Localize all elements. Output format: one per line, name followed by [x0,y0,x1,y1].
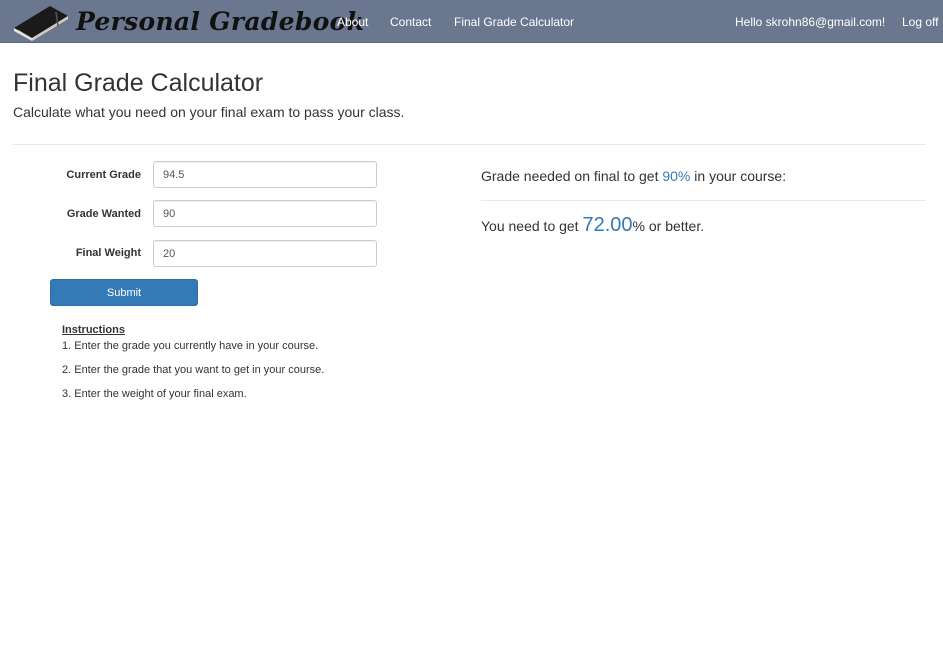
result-line-prefix: You need to get [481,218,583,234]
target-percent: 90% [662,168,691,184]
result-heading: Grade needed on final to get 90% in your… [481,168,786,184]
current-grade-input[interactable] [153,161,377,188]
result-divider [481,200,926,201]
needed-grade-value: 72.00 [582,214,633,236]
nav-about-link[interactable]: About [337,15,368,29]
submit-button[interactable]: Submit [50,279,198,306]
result-line-suffix: % or better. [632,218,705,234]
brand-title: Personal Gradebook [76,7,365,36]
result-heading-prefix: Grade needed on final to get [481,168,663,184]
page-title: Final Grade Calculator [13,69,264,97]
brand-link[interactable]: Personal Gradebook [10,0,364,43]
instructions-title: Instructions [62,324,125,336]
book-icon [14,5,68,41]
log-off-link[interactable]: Log off [902,15,938,29]
grade-wanted-input[interactable] [153,200,377,227]
instruction-item: 2. Enter the grade that you want to get … [62,364,325,376]
result-line: You need to get 72.00% or better. [481,214,704,237]
page-subtitle: Calculate what you need on your final ex… [13,104,405,120]
divider [13,144,926,145]
nav-final-grade-calculator-link[interactable]: Final Grade Calculator [454,15,574,29]
result-heading-suffix: in your course: [690,168,787,184]
final-weight-label: Final Weight [75,247,141,259]
instruction-item: 1. Enter the grade you currently have in… [62,340,319,352]
user-greeting-link[interactable]: Hello skrohn86@gmail.com! [735,15,885,29]
grade-wanted-label: Grade Wanted [66,208,141,220]
nav-contact-link[interactable]: Contact [390,15,431,29]
final-weight-input[interactable] [153,240,377,267]
current-grade-label: Current Grade [66,169,141,181]
top-navbar: Personal Gradebook About Contact Final G… [0,0,943,43]
instruction-item: 3. Enter the weight of your final exam. [62,388,247,400]
